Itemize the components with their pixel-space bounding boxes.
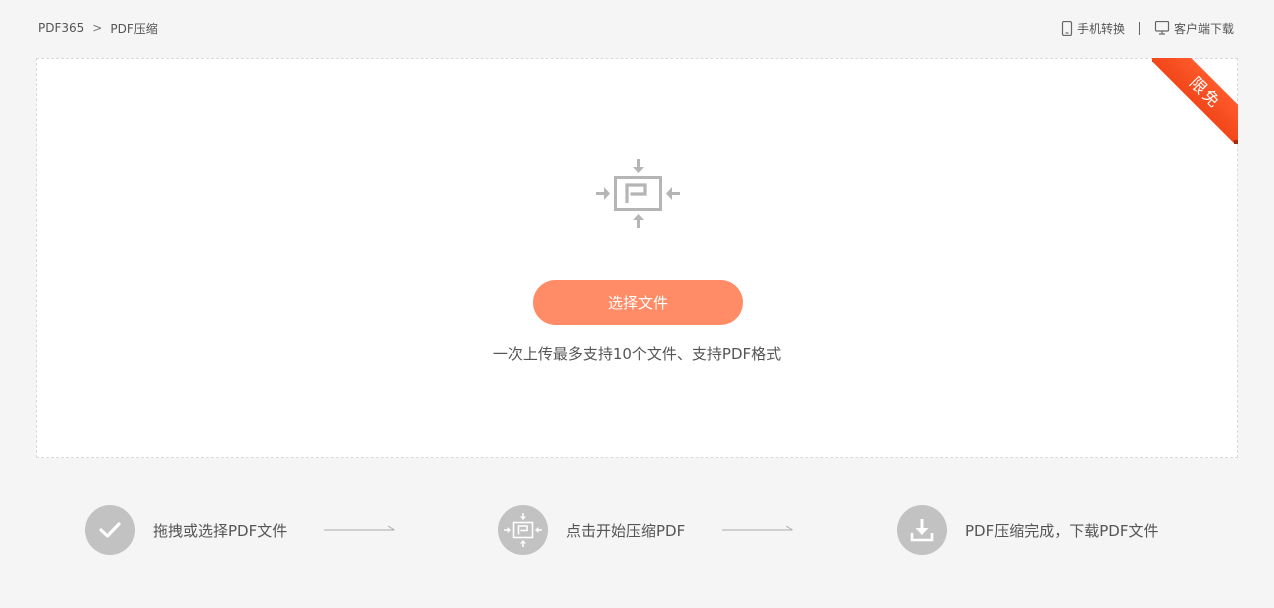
breadcrumb-current: PDF压缩 <box>110 21 158 36</box>
top-links-divider <box>1138 21 1140 35</box>
mobile-phone-icon <box>1061 20 1073 36</box>
compress-icon <box>498 505 548 555</box>
process-steps: 拖拽或选择PDF文件 点击开始压缩PDF PDF压缩完成，下载PDF文件 <box>0 505 1274 555</box>
breadcrumb-home-link[interactable]: PDF365 <box>38 21 84 35</box>
step-3-label: PDF压缩完成，下载PDF文件 <box>965 521 1159 540</box>
pdf-compress-icon <box>593 157 683 235</box>
check-icon <box>85 505 135 555</box>
step-2-label: 点击开始压缩PDF <box>566 521 686 540</box>
step-arrow-icon <box>722 525 793 531</box>
download-icon <box>897 505 947 555</box>
select-file-button[interactable]: 选择文件 <box>533 280 743 325</box>
client-download-link[interactable]: 客户端下载 <box>1154 20 1234 37</box>
breadcrumb: PDF365 > PDF压缩 <box>38 20 158 37</box>
step-1-label: 拖拽或选择PDF文件 <box>153 521 288 540</box>
mobile-convert-link[interactable]: 手机转换 <box>1061 20 1125 37</box>
step-3: PDF压缩完成，下载PDF文件 <box>897 505 1158 555</box>
monitor-icon <box>1154 21 1170 35</box>
step-2: 点击开始压缩PDF <box>498 505 685 555</box>
ribbon-label: 限免 <box>1152 58 1238 144</box>
ribbon-fold <box>1234 140 1238 144</box>
breadcrumb-separator: > <box>92 21 103 35</box>
upload-drop-zone[interactable]: 限免 选择文件 一次上传最多支持10个文件、支持PDF格式 <box>36 58 1238 458</box>
step-1: 拖拽或选择PDF文件 <box>85 505 287 555</box>
upload-hint: 一次上传最多支持10个文件、支持PDF格式 <box>492 345 782 363</box>
top-bar: PDF365 > PDF压缩 手机转换 客户端下载 <box>38 18 1234 38</box>
top-links: 手机转换 客户端下载 <box>1061 20 1234 37</box>
step-arrow-icon <box>324 525 395 531</box>
mobile-convert-label: 手机转换 <box>1076 21 1125 36</box>
client-download-label: 客户端下载 <box>1173 21 1234 36</box>
free-ribbon: 限免 <box>1152 58 1238 144</box>
